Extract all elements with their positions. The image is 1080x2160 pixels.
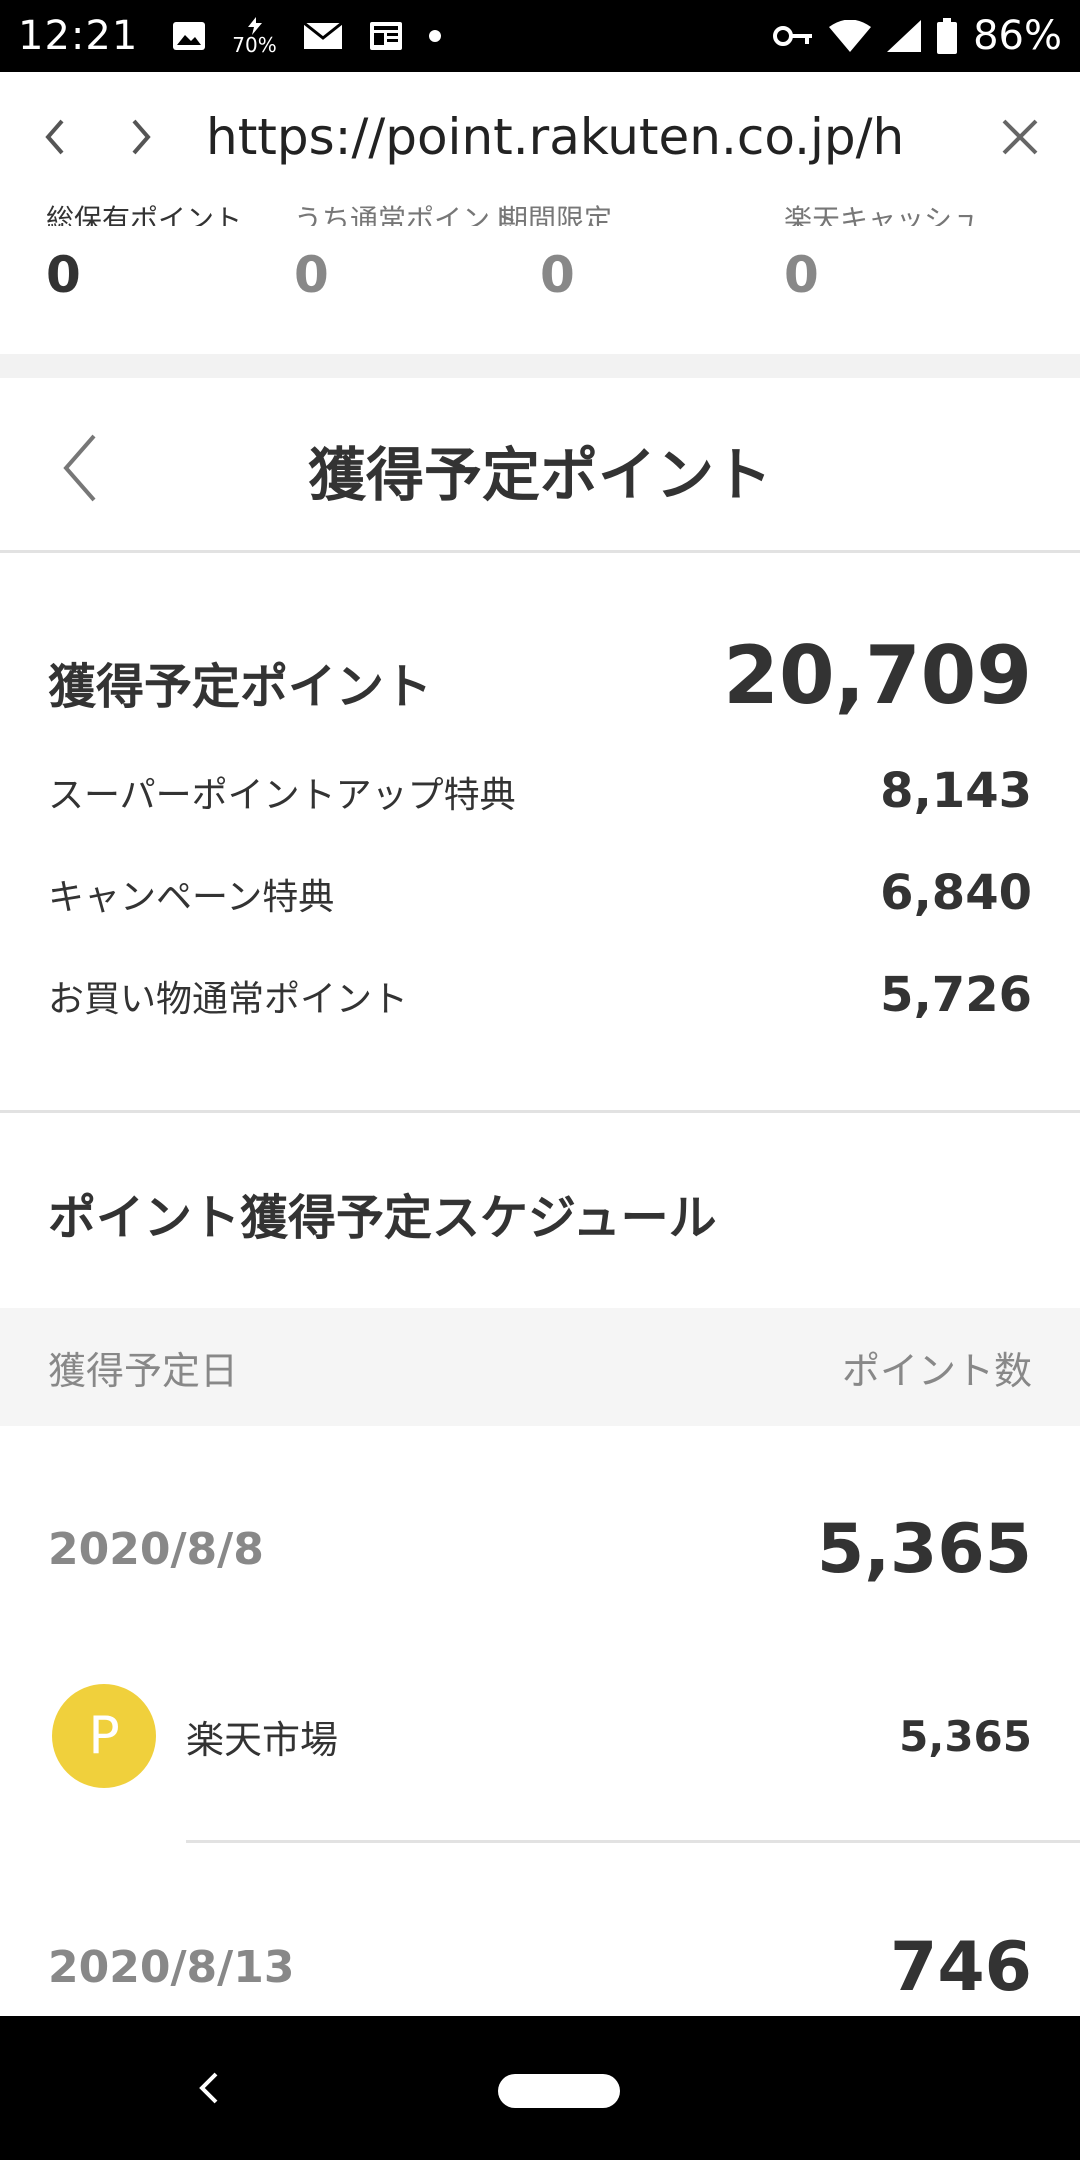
total-row: 獲得予定ポイント 20,709: [48, 629, 1032, 722]
breakdown-label: キャンペーン特典: [48, 877, 335, 918]
summary-value: 0: [46, 246, 81, 304]
summary-regular: うち通常ポイント 0: [294, 202, 518, 304]
summary-label: 期間限定: [500, 203, 613, 226]
column-header-date: 獲得予定日: [48, 1348, 239, 1393]
status-time: 12:21: [18, 13, 139, 59]
schedule-title: ポイント獲得予定スケジュール: [48, 1190, 717, 1246]
summary-label: 総保有ポイント: [46, 203, 243, 226]
breakdown-row: スーパーポイントアップ特典 8,143: [48, 763, 1032, 819]
item-divider: [186, 1840, 1080, 1843]
point-avatar-icon: P: [52, 1684, 156, 1788]
points-breakdown: 獲得予定ポイント 20,709 スーパーポイントアップ特典 8,143 キャンペ…: [0, 553, 1080, 1113]
battery-icon: [937, 18, 958, 54]
browser-close-button[interactable]: [980, 97, 1060, 177]
breakdown-value: 6,840: [880, 865, 1032, 921]
page-header: 獲得予定ポイント: [0, 378, 1080, 553]
points-summary: 総保有ポイント 0 うち通常ポイント 0 期間限定 0 楽天キャッシュ 0: [0, 202, 1080, 354]
status-notifications: 70%: [172, 17, 441, 57]
total-value: 20,709: [723, 629, 1032, 722]
breakdown-row: キャンペーン特典 6,840: [48, 865, 1032, 921]
battery-percent: 86%: [973, 13, 1062, 59]
back-arrow-icon: [199, 2072, 218, 2104]
wifi-icon: [829, 20, 872, 52]
close-icon: [1002, 119, 1038, 155]
system-back-button[interactable]: [190, 2068, 230, 2108]
summary-value: 0: [784, 246, 819, 304]
total-label: 獲得予定ポイント: [48, 659, 433, 715]
page-title: 獲得予定ポイント: [307, 441, 772, 509]
summary-cash: 楽天キャッシュ 0: [784, 202, 980, 304]
system-nav-bar: [0, 2016, 1080, 2160]
schedule-date-row: 2020/8/8 5,365: [48, 1510, 1032, 1589]
summary-value: 0: [540, 246, 575, 304]
notif-percent: 70%: [232, 33, 277, 57]
vpn-key-icon: [773, 24, 813, 48]
bolt-percent-icon: 70%: [232, 17, 277, 57]
breakdown-value: 8,143: [880, 763, 1032, 819]
schedule-date: 2020/8/13: [48, 1942, 295, 1993]
home-button[interactable]: [498, 2074, 620, 2108]
summary-label: 楽天キャッシュ: [784, 203, 981, 226]
browser-back-button[interactable]: [20, 102, 90, 172]
signal-icon: [887, 20, 922, 52]
schedule-table-header: 獲得予定日 ポイント数: [0, 1308, 1080, 1426]
schedule-points: 5,365: [816, 1510, 1032, 1589]
summary-total: 総保有ポイント 0: [46, 202, 242, 304]
summary-limited: 期間限定 0: [500, 202, 612, 304]
news-icon: [369, 21, 403, 51]
chevron-right-icon: [132, 119, 151, 155]
browser-forward-button[interactable]: [106, 102, 176, 172]
status-bar: 12:21 70% 86%: [0, 0, 1080, 72]
status-right: 86%: [773, 13, 1062, 59]
chevron-left-icon: [45, 119, 64, 155]
breakdown-label: スーパーポイントアップ特典: [48, 775, 516, 816]
section-divider: [0, 354, 1080, 378]
summary-value: 0: [294, 246, 329, 304]
mail-icon: [302, 22, 343, 50]
gallery-icon: [172, 21, 206, 51]
schedule-points: 746: [890, 1928, 1032, 2007]
url-field[interactable]: https://point.rakuten.co.jp/hi: [206, 108, 906, 166]
column-header-points: ポイント数: [841, 1348, 1032, 1393]
schedule-item-name: 楽天市場: [186, 1717, 339, 1762]
schedule-date-row: 2020/8/13 746: [48, 1928, 1032, 2007]
summary-label: うち通常ポイント: [294, 203, 519, 226]
schedule-date: 2020/8/8: [48, 1524, 264, 1575]
dot-icon: [428, 30, 441, 42]
schedule-item-points: 5,365: [899, 1711, 1032, 1761]
schedule-item[interactable]: P 楽天市場 5,365: [52, 1684, 1032, 1788]
breakdown-value: 5,726: [880, 967, 1032, 1023]
breakdown-label: お買い物通常ポイント: [48, 979, 409, 1020]
browser-toolbar: https://point.rakuten.co.jp/hi: [0, 72, 1080, 202]
breakdown-row: お買い物通常ポイント 5,726: [48, 967, 1032, 1023]
